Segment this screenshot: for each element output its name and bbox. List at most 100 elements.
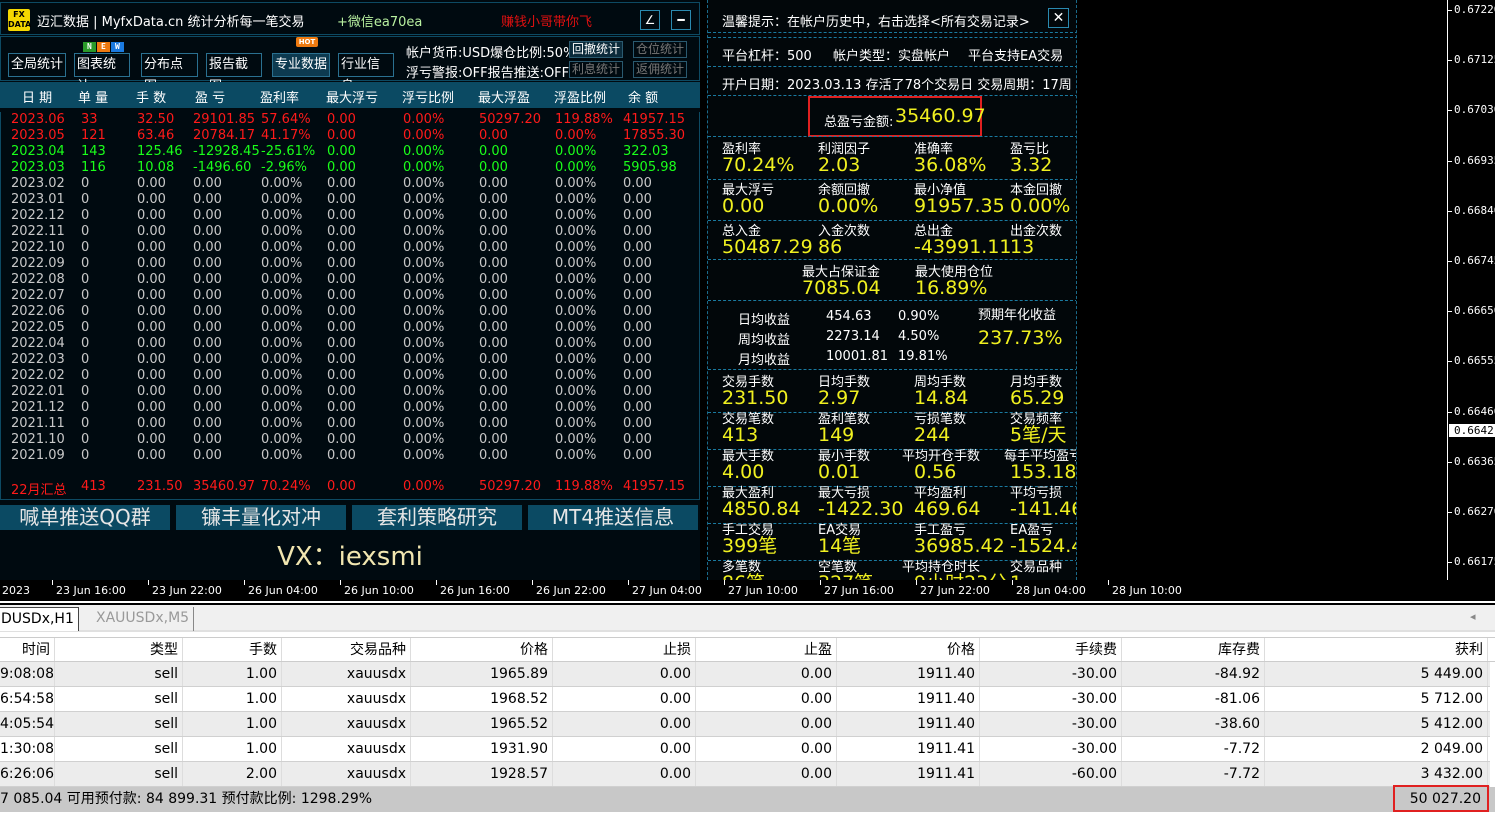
table-cell: 0.00 (137, 336, 166, 351)
interest-stats-button[interactable]: 利息统计 (569, 61, 624, 78)
trade-column-header[interactable]: 价格 (837, 638, 980, 661)
trade-row[interactable]: 6:26:06 sell 2.00 xauusdx 1928.57 0.00 0.00 191… (0, 762, 1490, 787)
trade-cell: xauusdx (282, 662, 411, 686)
time-label: 23 Jun 16:00 (52, 580, 126, 597)
table-cell: 0 (81, 176, 90, 191)
position-stats-button[interactable]: 仓位统计 (633, 41, 688, 58)
table-cell: 0.00 (623, 336, 652, 351)
table-cell: 143 (81, 144, 106, 159)
scroll-left-icon[interactable]: ◂ (1470, 610, 1476, 623)
drawdown-stats-button[interactable]: 回撤统计 (569, 41, 624, 58)
stat-value: 0.01 (818, 461, 861, 483)
close-icon[interactable]: ✕ (1048, 8, 1069, 28)
price-label: 0.66650 (1447, 304, 1495, 317)
trade-column-header[interactable]: 时间 (0, 638, 55, 661)
nav-button-3[interactable]: 报告截图 (206, 53, 262, 94)
table-cell: 0.00% (555, 336, 597, 351)
price-label: 0.67220 (1447, 3, 1495, 16)
nav-button-5[interactable]: 行业信息 (338, 53, 394, 94)
fx-data-logo: FX DATA (8, 9, 32, 31)
table-cell: 2021.12 (11, 400, 65, 415)
tab-xauusdx-m5[interactable]: XAUUSDx,M5 (92, 607, 195, 631)
price-label: 0.66365 (1447, 455, 1495, 468)
table-cell: 0.00% (555, 256, 597, 271)
stat-value: 86 (818, 236, 843, 258)
nav-button-0[interactable]: 全局统计 (8, 53, 66, 77)
promo-hedge-button[interactable]: 镰丰量化对冲 (176, 505, 346, 530)
table-cell: 0.00 (623, 400, 652, 415)
stat-value: 70.24% (722, 154, 795, 176)
trade-column-header[interactable]: 类型 (55, 638, 183, 661)
nav-button-2[interactable]: 分布点图 (141, 53, 198, 94)
table-cell: 0.00 (193, 304, 222, 319)
trade-row[interactable]: 4:05:54 sell 1.00 xauusdx 1965.52 0.00 0.00 191… (0, 712, 1490, 737)
trade-column-header[interactable]: 手数 (183, 638, 282, 661)
trade-cell: 9:08:08 (0, 662, 55, 686)
table-cell: 0.00 (327, 208, 356, 223)
trade-column-header[interactable]: 止盈 (696, 638, 837, 661)
column-header[interactable]: 单 量 (78, 87, 108, 106)
trade-row[interactable]: 6:54:58 sell 1.00 xauusdx 1968.52 0.00 0.00 191… (0, 687, 1490, 712)
table-cell: 41.17% (261, 128, 311, 143)
table-cell: 0.00% (403, 336, 445, 351)
promo-arbitrage-button[interactable]: 套利策略研究 (352, 505, 522, 530)
trade-column-header[interactable]: 手续费 (980, 638, 1122, 661)
trade-column-header[interactable]: 库存费 (1122, 638, 1265, 661)
table-cell: 2021.10 (11, 432, 65, 447)
table-cell: 0.00 (479, 240, 508, 255)
column-header[interactable]: 余 额 (628, 87, 658, 106)
price-chart[interactable] (1077, 0, 1447, 580)
trade-row[interactable]: 9:08:08 sell 1.00 xauusdx 1965.89 0.00 0.00 191… (0, 662, 1490, 687)
table-row: 2022.05 0 0.00 0.00 0.00% 0.00 0.00% 0.00 0.00% 0… (1, 320, 699, 336)
current-price-label: 0.66421 (1449, 424, 1495, 437)
column-header[interactable]: 最大浮盈 (478, 87, 530, 106)
column-header[interactable]: 手 数 (136, 87, 166, 106)
table-row: 2022.07 0 0.00 0.00 0.00% 0.00 0.00% 0.00 0.00% 0… (1, 288, 699, 304)
stat-value: 4850.84 (722, 498, 801, 520)
monthly-table-body: 2023.06 33 32.50 29101.85 57.64% 0.00 0.00% 502… (0, 112, 700, 472)
total-pnl-value: 35460.97 (895, 105, 986, 127)
summary-cell: 70.24% (261, 479, 311, 494)
nav-button-4[interactable]: 专业数据 (272, 53, 330, 77)
trade-column-header[interactable]: 止损 (553, 638, 696, 661)
trade-column-header[interactable]: 交易品种 (282, 638, 411, 661)
table-row: 2023.05 121 63.46 20784.17 41.17% 0.00 0.00% 0.… (1, 128, 699, 144)
table-cell: 2022.09 (11, 256, 65, 271)
table-cell: 0.00 (327, 112, 356, 127)
restore-button[interactable]: ∠ (640, 10, 660, 30)
table-cell: 0 (81, 208, 90, 223)
column-header[interactable]: 盈 亏 (195, 87, 225, 106)
table-cell: 0.00 (327, 432, 356, 447)
promo-qq-group-button[interactable]: 喊单推送QQ群 (0, 505, 170, 530)
table-row: 2023.04 143 125.46 -12928.45 -25.61% 0.00 0.00… (1, 144, 699, 160)
table-cell: 0.00% (555, 384, 597, 399)
annual-value: 237.73% (978, 327, 1063, 349)
table-cell: 2023.05 (11, 128, 65, 143)
table-cell: 0 (81, 272, 90, 287)
time-label: 27 Jun 22:00 (916, 580, 990, 597)
table-cell: 0.00% (403, 448, 445, 463)
trade-column-header[interactable]: 价格 (411, 638, 553, 661)
trade-cell: -81.06 (1122, 687, 1265, 711)
trade-row[interactable]: 1:30:08 sell 1.00 xauusdx 1931.90 0.00 0.00 191… (0, 737, 1490, 762)
trade-column-header[interactable]: 获利 (1265, 638, 1488, 661)
leverage: 平台杠杆：500 (722, 49, 812, 64)
table-cell: 0.00% (261, 176, 303, 191)
column-header[interactable]: 最大浮亏 (326, 87, 378, 106)
column-header[interactable]: 盈利率 (260, 87, 299, 106)
table-cell: 0.00% (403, 192, 445, 207)
promo-mt4-push-button[interactable]: MT4推送信息 (528, 505, 698, 530)
column-header[interactable]: 日 期 (22, 87, 52, 106)
stat-value: 399笔 (722, 535, 778, 557)
table-cell: 0.00 (623, 224, 652, 239)
rebate-stats-button[interactable]: 返佣统计 (633, 61, 688, 78)
column-header[interactable]: 浮亏比例 (402, 87, 454, 106)
table-cell: 0.00% (403, 160, 445, 175)
table-cell: 0.00 (327, 416, 356, 431)
nav-button-1[interactable]: 图表统计 (74, 53, 130, 94)
income-amount: 454.63 (826, 309, 872, 324)
column-header[interactable]: 浮盈比例 (554, 87, 606, 106)
stat-value: 469.64 (914, 498, 981, 520)
tab-dusdx-h1[interactable]: DUSDx,H1 (0, 607, 79, 631)
minimize-button[interactable]: ━ (671, 10, 691, 30)
